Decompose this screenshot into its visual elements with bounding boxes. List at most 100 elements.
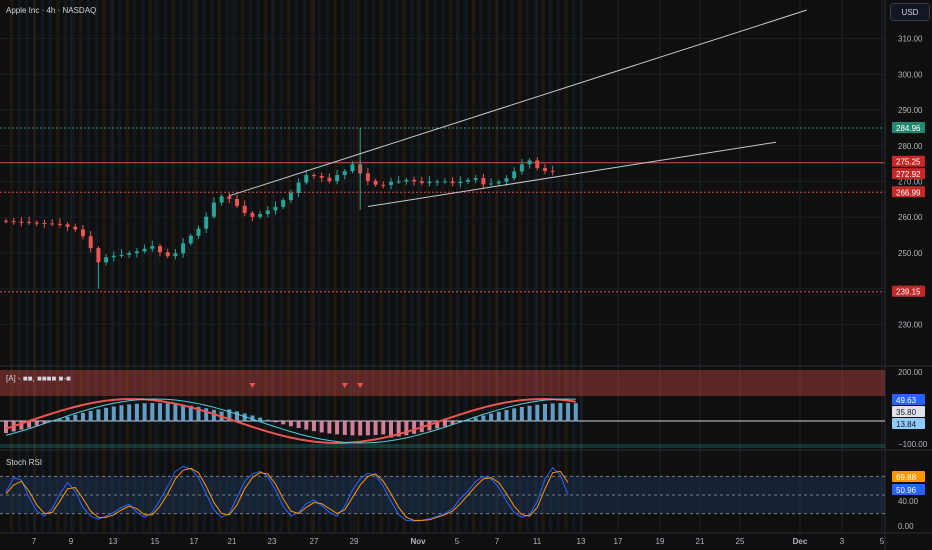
price-tick-label: 250.00 — [898, 249, 923, 258]
osc-bar — [504, 409, 509, 422]
time-tick-label: 7 — [495, 537, 500, 546]
session-stripe — [194, 0, 198, 532]
candle-body — [481, 178, 486, 185]
price-tag-label: 239.15 — [896, 288, 921, 297]
osc-bar — [527, 405, 532, 422]
osc-bar — [265, 419, 270, 422]
osc-tick-label: 200.00 — [898, 368, 923, 377]
session-stripe — [448, 0, 453, 532]
candle-body — [127, 253, 132, 255]
osc-bar — [543, 403, 547, 422]
candle-body — [204, 216, 209, 229]
candle-body — [188, 235, 193, 244]
time-tick-label: 5 — [880, 537, 885, 546]
time-tick-label: 7 — [32, 537, 37, 546]
session-stripe — [25, 0, 29, 532]
osc-bar — [566, 403, 571, 422]
osc-bar — [134, 403, 139, 422]
session-stripe — [225, 0, 229, 532]
osc-bar — [550, 403, 555, 422]
session-stripe — [402, 0, 406, 532]
session-stripe — [40, 0, 44, 532]
session-stripe — [87, 0, 91, 532]
candle-body — [296, 182, 301, 193]
osc-bar — [211, 409, 216, 422]
osc-bar — [4, 421, 8, 434]
osc-bar — [142, 403, 147, 422]
session-stripe — [264, 0, 268, 532]
osc-bar — [204, 408, 209, 422]
session-stripe — [102, 0, 106, 532]
chart-workspace[interactable]: 310.00 300.00 290.00 280.00 27 0.00 260.00 250.… — [0, 0, 932, 550]
session-stripe — [202, 0, 206, 532]
candle-body — [496, 181, 501, 184]
osc-bar — [235, 411, 239, 422]
candle-body — [527, 160, 532, 165]
osc-overbought-zone — [0, 370, 885, 396]
candle-body — [543, 168, 547, 171]
candle-body — [134, 251, 139, 254]
osc-bar — [350, 421, 355, 436]
price-tick-label: 230.00 — [898, 320, 923, 329]
price-tag-label: 284.96 — [896, 124, 921, 133]
candle-body — [466, 179, 470, 182]
candle-body — [389, 181, 393, 186]
session-stripe — [17, 0, 21, 532]
osc-bar — [111, 406, 116, 422]
candle-body — [550, 170, 555, 172]
candle-body — [381, 184, 386, 186]
time-tick-label: 19 — [656, 537, 665, 546]
candle-body — [519, 164, 524, 172]
session-stripe — [63, 0, 68, 532]
osc-bar — [327, 421, 332, 434]
candle-body — [512, 171, 517, 179]
session-stripe — [248, 0, 252, 532]
candle-body — [4, 220, 8, 222]
osc-bar — [73, 414, 78, 422]
candle-body — [111, 255, 116, 258]
candle-body — [88, 236, 93, 249]
osc-bar — [34, 421, 39, 426]
session-stripe — [464, 0, 468, 532]
candle-body — [42, 222, 47, 224]
candle-body — [288, 192, 293, 201]
session-stripe — [187, 0, 191, 532]
candle-body — [27, 222, 32, 224]
currency-button[interactable]: USD — [890, 3, 930, 21]
candle-body — [250, 212, 255, 217]
session-stripe — [549, 0, 553, 532]
candle-body — [211, 202, 216, 217]
candle-body — [312, 175, 316, 177]
candle-body — [450, 181, 455, 184]
price-tag-label: 275.25 — [896, 158, 921, 167]
candle-body — [104, 257, 109, 263]
session-stripe — [379, 0, 383, 532]
session-stripe — [94, 0, 98, 532]
candle-body — [458, 181, 463, 184]
osc-tick-label: −100.00 — [898, 440, 928, 449]
candle-body — [473, 178, 478, 180]
osc-bar — [173, 403, 178, 422]
session-stripe — [56, 0, 60, 532]
osc-bar — [119, 405, 124, 422]
price-tick-label: 290.00 — [898, 106, 923, 115]
osc-oversold-zone — [0, 444, 885, 448]
osc-bar — [373, 421, 378, 436]
time-tick-label: 9 — [69, 537, 74, 546]
session-stripe — [279, 0, 283, 532]
chart-canvas[interactable]: 310.00 300.00 290.00 280.00 27 0.00 260.00 250.… — [0, 0, 932, 550]
osc-bar — [473, 417, 478, 422]
session-stripe — [48, 0, 52, 532]
session-stripe — [241, 0, 245, 532]
candle-body — [173, 253, 178, 257]
candle-body — [227, 196, 232, 200]
candle-body — [34, 222, 39, 224]
candle-body — [373, 180, 378, 185]
candle-body — [57, 223, 62, 225]
session-stripe — [179, 0, 183, 532]
session-stripe — [117, 0, 121, 532]
osc-bar — [312, 421, 316, 432]
time-tick-label: 21 — [228, 537, 237, 546]
session-stripe — [310, 0, 314, 532]
candle-body — [304, 175, 309, 183]
